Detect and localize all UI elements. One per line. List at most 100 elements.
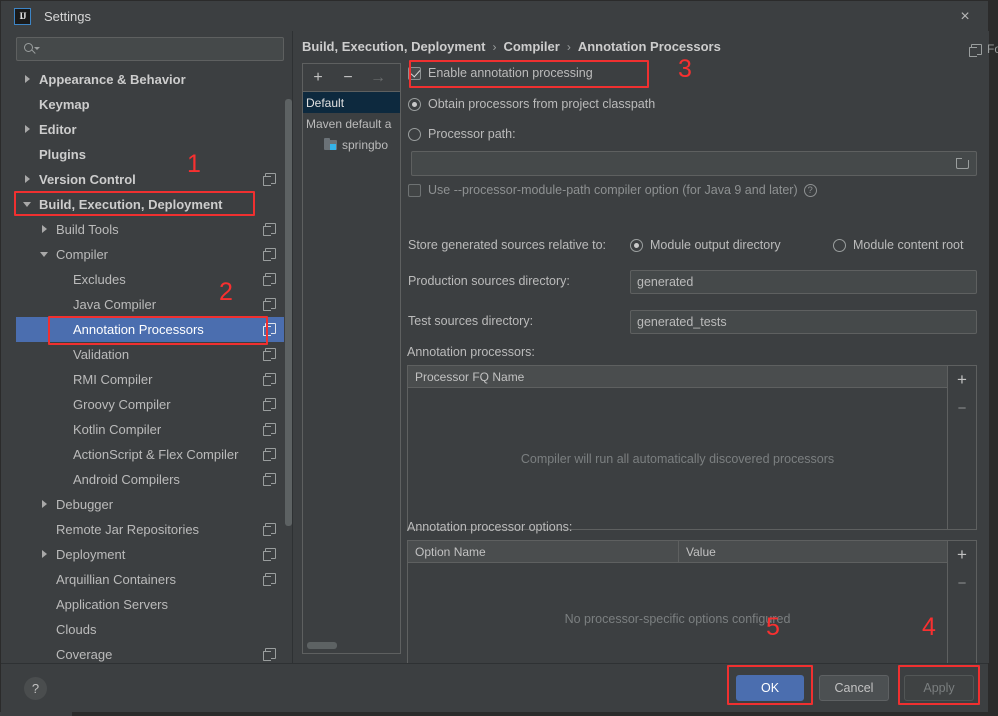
chevron-right-icon[interactable] xyxy=(41,225,50,234)
sidebar-item-build-execution-deployment[interactable]: Build, Execution, Deployment xyxy=(16,192,284,217)
copy-settings-icon[interactable] xyxy=(263,298,276,311)
processor-module-path-checkbox[interactable] xyxy=(408,183,421,197)
sidebar-item-actionscript-flex-compiler[interactable]: ActionScript & Flex Compiler xyxy=(16,442,284,467)
sidebar-item-version-control[interactable]: Version Control xyxy=(16,167,284,192)
copy-settings-icon[interactable] xyxy=(263,548,276,561)
add-option-button[interactable]: + xyxy=(948,541,976,569)
copy-settings-icon[interactable] xyxy=(263,173,276,186)
sidebar-item-android-compilers[interactable]: Android Compilers xyxy=(16,467,284,492)
column-processor-fq-name[interactable]: Processor FQ Name xyxy=(408,366,947,387)
sidebar-item-java-compiler[interactable]: Java Compiler xyxy=(16,292,284,317)
chevron-down-icon[interactable] xyxy=(23,200,33,209)
copy-settings-icon[interactable] xyxy=(263,473,276,486)
close-icon[interactable]: × xyxy=(956,8,974,26)
ok-button[interactable]: OK xyxy=(736,675,804,701)
sidebar-item-excludes[interactable]: Excludes xyxy=(16,267,284,292)
help-icon[interactable]: ? xyxy=(803,183,817,197)
settings-tree[interactable]: Appearance & Behavior Keymap Editor Plugins… xyxy=(16,67,284,663)
copy-settings-icon[interactable] xyxy=(263,248,276,261)
profiles-list[interactable]: Default Maven default a springbo xyxy=(303,92,400,653)
module-content-root-row[interactable]: Module content root xyxy=(833,238,964,252)
sidebar-item-keymap[interactable]: Keymap xyxy=(16,92,284,117)
sidebar-item-remote-jar-repositories[interactable]: Remote Jar Repositories xyxy=(16,517,284,542)
chevron-right-icon[interactable] xyxy=(41,500,50,509)
copy-settings-icon[interactable] xyxy=(263,398,276,411)
sidebar-item-clouds[interactable]: Clouds xyxy=(16,617,284,642)
sidebar-scrollbar-thumb[interactable] xyxy=(285,99,292,526)
processor-path-radio[interactable] xyxy=(408,127,421,141)
remove-processor-button[interactable]: − xyxy=(948,394,976,422)
processor-module-path-row[interactable]: Use --processor-module-path compiler opt… xyxy=(408,183,817,197)
obtain-from-classpath-radio[interactable] xyxy=(408,97,421,111)
copy-settings-icon[interactable] xyxy=(263,348,276,361)
copy-settings-icon[interactable] xyxy=(263,648,276,661)
remove-option-button[interactable]: − xyxy=(948,569,976,597)
copy-settings-icon[interactable] xyxy=(263,373,276,386)
copy-settings-icon[interactable] xyxy=(263,523,276,536)
profile-list-item[interactable]: Maven default a xyxy=(303,113,400,134)
sidebar-item-deployment[interactable]: Deployment xyxy=(16,542,284,567)
module-output-directory-row[interactable]: Module output directory xyxy=(630,238,781,252)
sidebar-item-validation[interactable]: Validation xyxy=(16,342,284,367)
sidebar-item-build-tools[interactable]: Build Tools xyxy=(16,217,284,242)
apply-button[interactable]: Apply xyxy=(904,675,974,701)
profile-list-item[interactable]: Default xyxy=(303,92,400,113)
sidebar-item-appearance-behavior[interactable]: Appearance & Behavior xyxy=(16,67,284,92)
search-box[interactable] xyxy=(16,37,284,61)
remove-profile-button[interactable]: − xyxy=(333,65,363,91)
module-content-root-radio[interactable] xyxy=(833,238,846,252)
help-button[interactable]: ? xyxy=(24,677,47,700)
folder-icon[interactable] xyxy=(956,158,970,170)
sidebar-item-label: Debugger xyxy=(56,497,114,512)
chevron-down-icon[interactable] xyxy=(40,250,50,259)
copy-settings-icon[interactable] xyxy=(263,273,276,286)
cancel-button[interactable]: Cancel xyxy=(819,675,889,701)
sidebar-item-coverage[interactable]: Coverage xyxy=(16,642,284,663)
column-value[interactable]: Value xyxy=(678,541,947,562)
profiles-horizontal-scrollbar-thumb[interactable] xyxy=(307,642,337,649)
column-option-name[interactable]: Option Name xyxy=(408,541,678,562)
add-profile-button[interactable]: + xyxy=(303,65,333,91)
processor-path-row[interactable]: Processor path: xyxy=(408,127,516,141)
dialog-titlebar: IJ Settings × xyxy=(1,1,988,31)
sidebar-item-plugins[interactable]: Plugins xyxy=(16,142,284,167)
sidebar-scrollbar[interactable] xyxy=(285,69,292,657)
enable-annotation-processing-checkbox[interactable] xyxy=(408,66,421,80)
chevron-right-icon[interactable] xyxy=(41,550,50,559)
chevron-right-icon[interactable] xyxy=(24,125,33,134)
profile-list-item[interactable]: springbo xyxy=(303,134,400,155)
breadcrumb-segment: Build, Execution, Deployment xyxy=(302,39,486,54)
copy-settings-icon[interactable] xyxy=(263,573,276,586)
copy-settings-icon[interactable] xyxy=(263,448,276,461)
processor-path-input[interactable] xyxy=(411,151,977,176)
sidebar-item-label: Android Compilers xyxy=(73,472,180,487)
sidebar-item-label: Build Tools xyxy=(56,222,119,237)
module-output-directory-radio[interactable] xyxy=(630,238,643,252)
add-processor-button[interactable]: + xyxy=(948,366,976,394)
production-sources-input[interactable]: generated xyxy=(630,270,977,294)
sidebar-item-groovy-compiler[interactable]: Groovy Compiler xyxy=(16,392,284,417)
search-input[interactable] xyxy=(41,42,283,56)
sidebar-item-debugger[interactable]: Debugger xyxy=(16,492,284,517)
annotation-processor-options-table[interactable]: Option Name Value No processor-specific … xyxy=(407,540,977,675)
sidebar-item-kotlin-compiler[interactable]: Kotlin Compiler xyxy=(16,417,284,442)
copy-settings-icon[interactable] xyxy=(263,323,276,336)
annotation-processors-table[interactable]: Processor FQ Name Compiler will run all … xyxy=(407,365,977,530)
move-to-profile-button[interactable]: → xyxy=(363,65,393,91)
sidebar-item-label: Keymap xyxy=(39,97,90,112)
copy-settings-icon[interactable] xyxy=(263,423,276,436)
copy-settings-icon[interactable] xyxy=(263,223,276,236)
chevron-right-icon[interactable] xyxy=(24,175,33,184)
sidebar-item-annotation-processors[interactable]: Annotation Processors xyxy=(16,317,284,342)
test-sources-input[interactable]: generated_tests xyxy=(630,310,977,334)
chevron-right-icon[interactable] xyxy=(24,75,33,84)
sidebar-item-application-servers[interactable]: Application Servers xyxy=(16,592,284,617)
sidebar-item-editor[interactable]: Editor xyxy=(16,117,284,142)
annotation-processors-table-body: Compiler will run all automatically disc… xyxy=(408,388,947,530)
sidebar-item-arquillian-containers[interactable]: Arquillian Containers xyxy=(16,567,284,592)
enable-annotation-processing-row[interactable]: Enable annotation processing xyxy=(408,66,593,80)
sidebar-item-compiler[interactable]: Compiler xyxy=(16,242,284,267)
obtain-from-classpath-row[interactable]: Obtain processors from project classpath xyxy=(408,97,655,111)
sidebar-item-rmi-compiler[interactable]: RMI Compiler xyxy=(16,367,284,392)
